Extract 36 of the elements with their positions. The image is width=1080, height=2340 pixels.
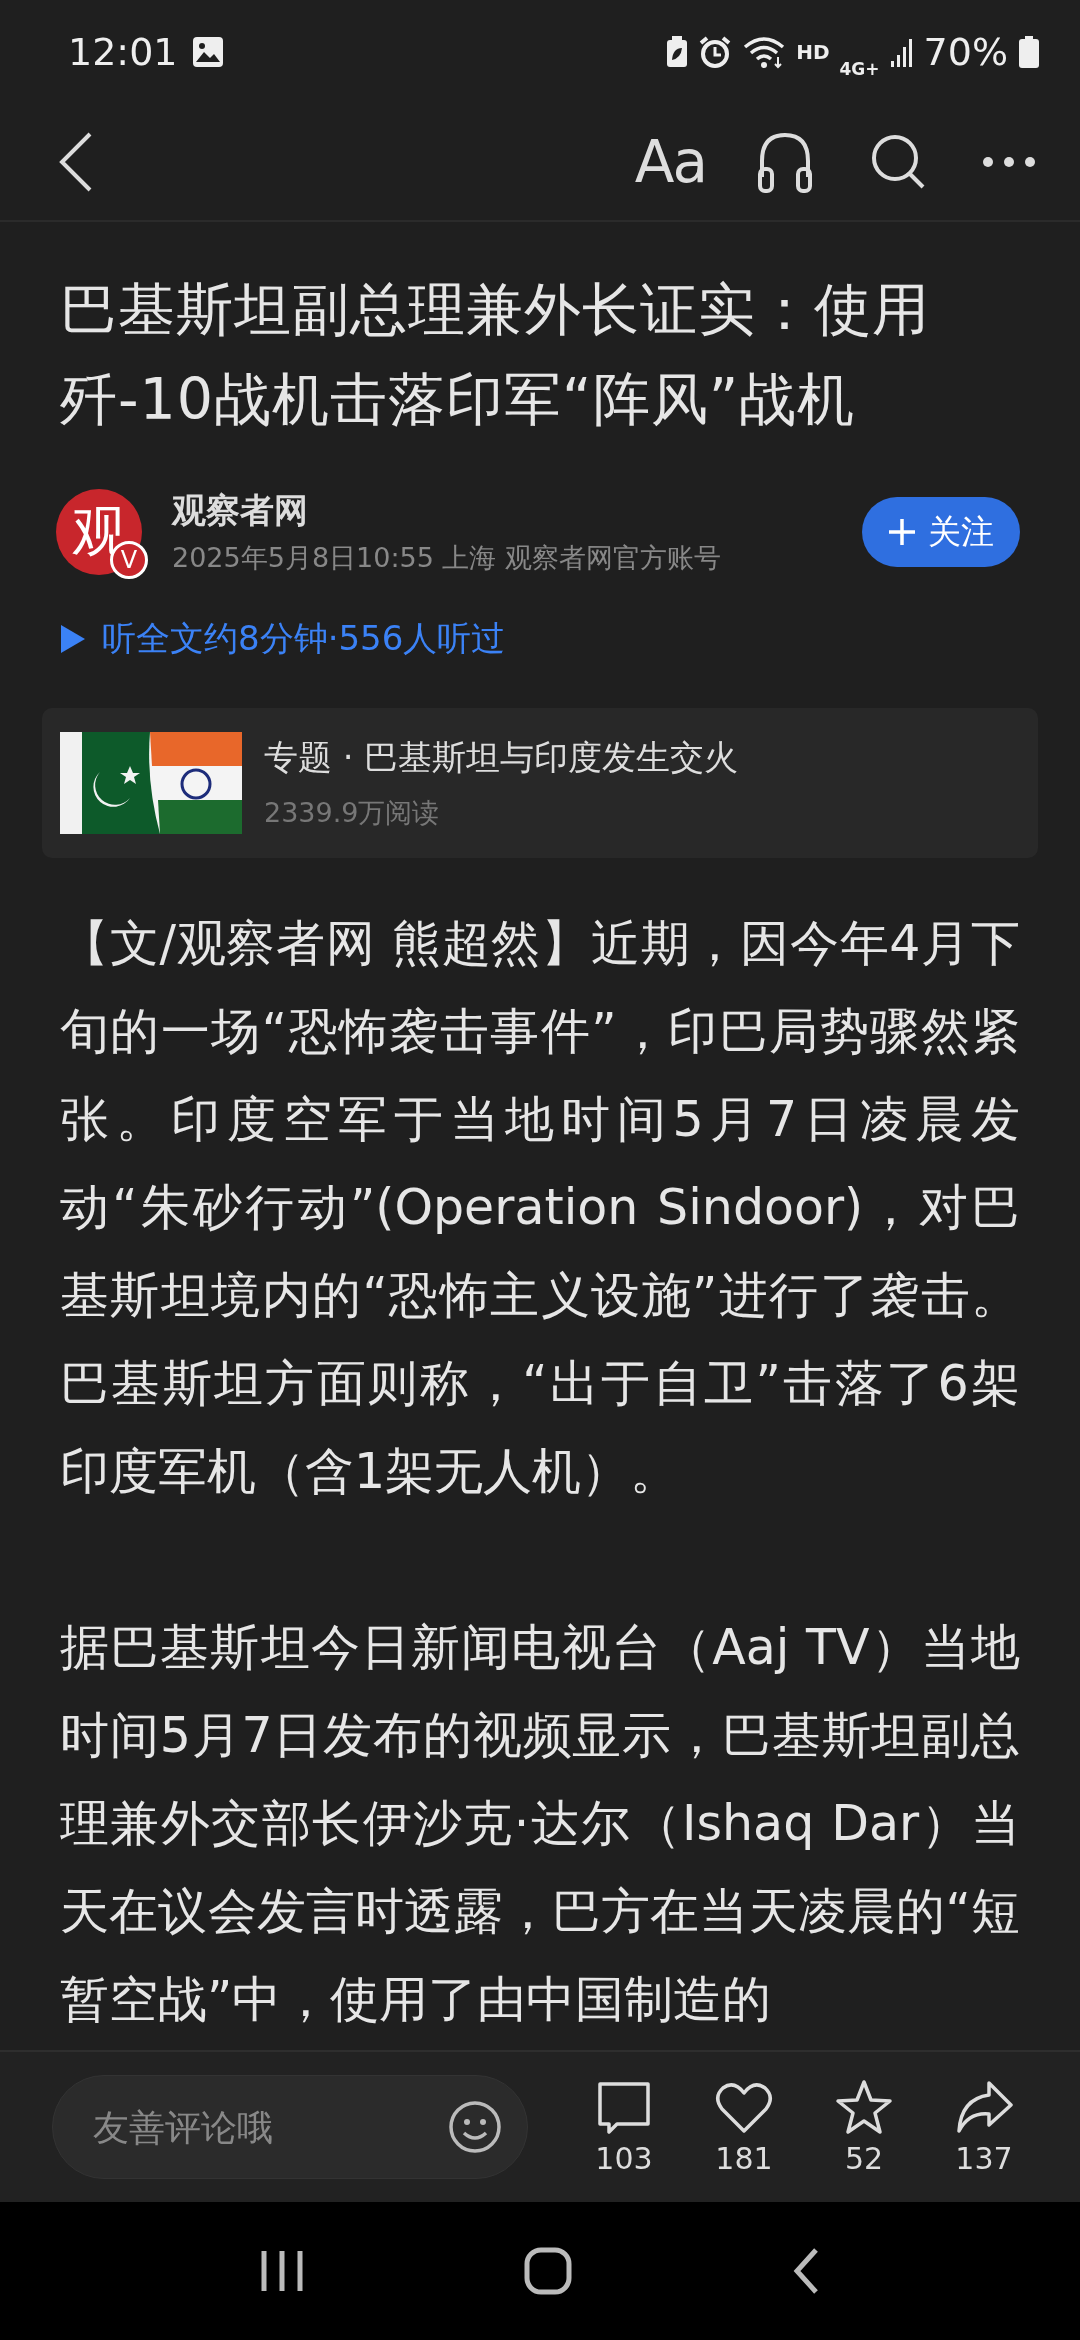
network-type: 4G+ xyxy=(839,59,880,79)
author-name: 观察者网 xyxy=(172,489,309,532)
alarm-icon xyxy=(698,35,733,69)
recent-apps-icon[interactable] xyxy=(260,2249,304,2293)
play-icon[interactable] xyxy=(60,624,86,654)
article-title: 巴基斯坦副总理兼外长证实：使用歼-10战机击落印军“阵风”战机 xyxy=(60,275,931,434)
hd-indicator: HD xyxy=(796,40,830,64)
more-icon[interactable] xyxy=(982,156,1036,168)
wifi-icon xyxy=(742,35,787,69)
like-button[interactable]: 181 xyxy=(684,2078,804,2176)
comment-button[interactable]: 103 xyxy=(564,2078,684,2176)
article-paragraph: 据巴基斯坦今日新闻电视台（Aaj TV）当地时间5月7日发布的视频显示，巴基斯坦副总理兼外交部长伊沙克·达尔（Ishaq Dar）当天在议会发言时透露，巴方在当天凌晨的“短暂空战”中，使用了由中国制造的 xyxy=(60,1618,1020,2030)
favorite-button[interactable]: 52 xyxy=(804,2078,924,2176)
share-button[interactable]: 137 xyxy=(924,2078,1044,2176)
search-icon[interactable] xyxy=(870,133,926,191)
article-paragraph: 【文/观察者网 熊超然】近期，因今年4月下旬的一场“恐怖袭击事件”，印巴局势骤然紧张。印度空军于当地时间5月7日凌晨发动“朱砂行动”(Operation Sindoor)，对巴基斯坦境内的“恐怖主义设施”进行了袭击。巴基斯坦方面则称，“出于自卫”击落了6架印度军机（含1架无人机）。 xyxy=(60,914,1020,1502)
home-icon[interactable] xyxy=(524,2247,572,2295)
star-icon xyxy=(835,2078,893,2135)
battery-icon xyxy=(1018,35,1040,69)
follow-button[interactable]: 关注 xyxy=(862,497,1020,567)
comment-field[interactable]: 友善评论哦 xyxy=(52,2075,528,2179)
clock-time: 12:01 xyxy=(68,30,178,74)
topic-card[interactable]: 专题 · 巴基斯坦与印度发生交火 2339.9万阅读 xyxy=(42,708,1038,858)
plus-icon xyxy=(888,518,916,546)
listen-link[interactable]: 听全文约8分钟·556人听过 xyxy=(102,616,506,662)
battery-level: 70% xyxy=(923,30,1008,74)
topic-title: 专题 · 巴基斯坦与印度发生交火 xyxy=(264,736,739,779)
back-icon[interactable] xyxy=(792,2247,820,2295)
font-size-button[interactable]: Aa xyxy=(634,128,706,196)
read-count: 2339.9万阅读 xyxy=(264,796,441,830)
publish-info: 2025年5月8日10:55 上海 观察者网官方账号 xyxy=(172,541,723,575)
share-icon xyxy=(955,2078,1013,2135)
image-icon xyxy=(191,36,224,68)
emoji-icon[interactable] xyxy=(448,2100,502,2154)
headphones-icon[interactable] xyxy=(756,131,814,193)
battery-saver-icon xyxy=(666,36,689,68)
